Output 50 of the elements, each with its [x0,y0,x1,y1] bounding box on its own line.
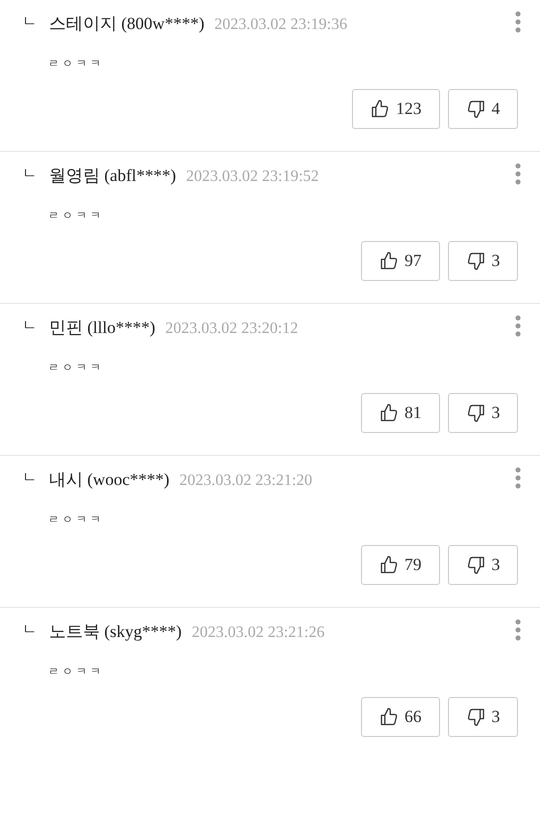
dislike-button[interactable]: 3 [448,393,518,433]
like-button[interactable]: 81 [360,393,440,433]
dislike-button[interactable]: 3 [448,545,518,585]
comment-date: 2023.03.02 23:21:26 [192,623,325,643]
reply-marker: ㄴ [22,13,37,32]
reply-marker: ㄴ [22,165,37,184]
thumbs-up-icon [378,403,398,423]
like-button[interactable]: 123 [352,89,440,129]
comment-text: ㄹㅇㅋㅋ [48,666,104,678]
author-name: 노트북 (skyg****) [49,621,182,643]
comment-text: ㄹㅇㅋㅋ [48,362,104,374]
reply-marker: ㄴ [22,469,37,488]
comment-date: 2023.03.02 23:21:20 [179,471,312,491]
comment-date: 2023.03.02 23:19:52 [186,167,319,187]
comment-text: ㄹㅇㅋㅋ [48,514,104,526]
comment-date: 2023.03.02 23:19:36 [214,15,348,35]
comment-date: 2023.03.02 23:20:12 [165,319,298,339]
thumbs-up-icon [378,555,398,575]
more-icon [515,315,521,337]
author-name: 월영림 (abfl****) [49,165,176,187]
reply-marker: ㄴ [22,317,37,336]
author-name: 내시 (wooc****) [49,469,170,491]
more-options-button[interactable] [514,313,522,339]
like-button[interactable]: 97 [360,241,440,281]
dislike-button[interactable]: 3 [448,241,518,281]
like-button[interactable]: 66 [360,697,440,737]
dislike-button[interactable]: 3 [448,697,518,737]
more-icon [515,467,521,489]
thumbs-up-icon [370,99,390,119]
thumbs-up-icon [378,251,398,271]
thumbs-down-icon [466,251,486,271]
thumbs-up-icon [378,707,398,727]
thumbs-down-icon [466,707,486,727]
author-name: 민핀 (lllo****) [49,317,156,339]
more-icon [515,619,521,641]
more-options-button[interactable] [514,617,522,643]
reply-marker: ㄴ [22,621,37,640]
more-icon [515,163,521,185]
comment-text: ㄹㅇㅋㅋ [48,210,104,222]
more-icon [515,11,521,33]
thumbs-down-icon [466,403,486,423]
more-options-button[interactable] [514,9,522,35]
comment-text: ㄹㅇㅋㅋ [48,58,104,70]
dislike-button[interactable]: 4 [448,89,518,129]
more-options-button[interactable] [514,465,522,491]
thumbs-down-icon [466,555,486,575]
author-name: 스테이지 (800w****) [49,13,204,35]
more-options-button[interactable] [514,161,522,187]
thumbs-down-icon [466,99,486,119]
like-button[interactable]: 79 [360,545,440,585]
